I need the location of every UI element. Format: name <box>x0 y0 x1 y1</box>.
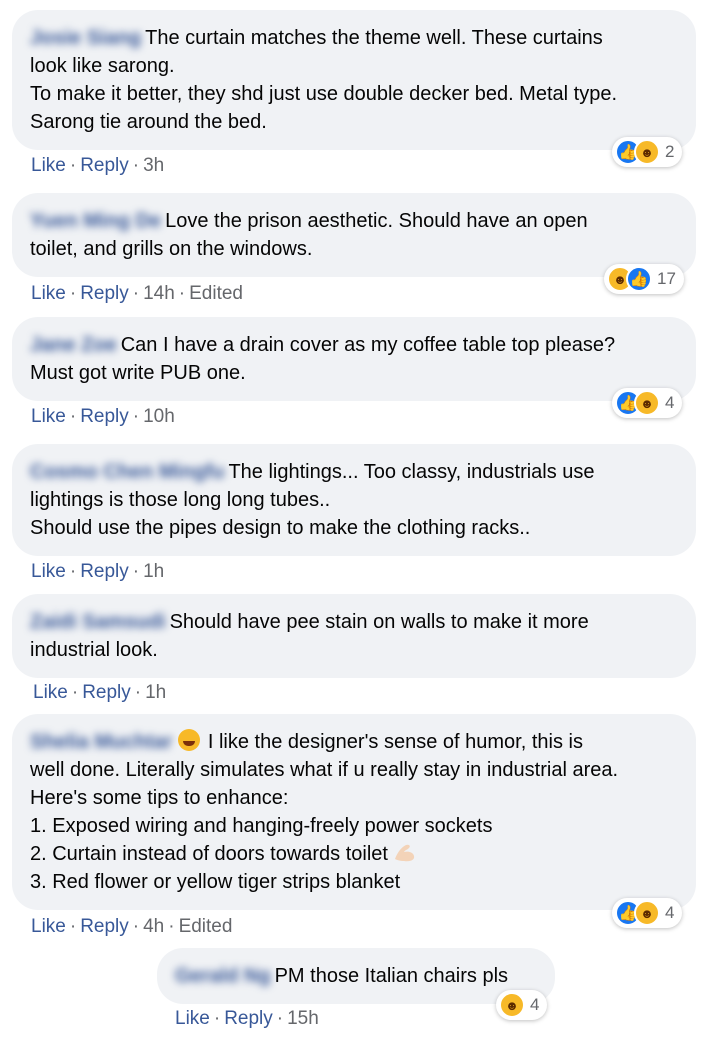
comment-author[interactable]: Josie Siang <box>30 24 141 52</box>
comment-text: Love the prison aesthetic. Should have a… <box>165 210 588 232</box>
comment-time[interactable]: 1h <box>145 682 166 703</box>
haha-icon: ☻ <box>499 992 525 1018</box>
comment-text: 3. Red flower or yellow tiger strips bla… <box>30 871 401 893</box>
comment-text: 1. Exposed wiring and hanging-freely pow… <box>30 815 493 837</box>
comment-actions: Like · Reply · 15h <box>175 1008 319 1029</box>
comment-bubble: Cosmo Chen Mingfu The lightings... Too cl… <box>12 444 696 556</box>
reply-link[interactable]: Reply <box>80 155 129 176</box>
comment-text: toilet, and grills on the windows. <box>30 238 313 260</box>
haha-icon: ☻ <box>634 139 660 165</box>
comment-author[interactable]: Zaidi Samsudi <box>30 608 166 636</box>
reply-link[interactable]: Reply <box>80 561 129 582</box>
comment-author[interactable]: Gerald Ng <box>175 962 271 990</box>
comment-text: I like the designer's sense of humor, th… <box>207 731 583 753</box>
haha-icon: ☻ <box>634 900 660 926</box>
comment-text: look like sarong. <box>30 55 175 77</box>
like-link[interactable]: Like <box>31 561 66 582</box>
reaction-count: 4 <box>665 903 675 922</box>
comment-bubble: Zaidi Samsudi Should have pee stain on wa… <box>12 594 696 678</box>
comment-actions: Like · Reply · 4h · Edited <box>31 916 233 937</box>
flexed-biceps-icon <box>394 844 415 862</box>
comment-author[interactable]: Yuen Ming De <box>30 207 161 235</box>
reply-link[interactable]: Reply <box>82 682 131 703</box>
reaction-count: 4 <box>665 393 675 412</box>
comment-time[interactable]: 10h <box>143 406 175 427</box>
comment-actions: Like · Reply · 1h <box>33 682 167 703</box>
comment-text: lightings is those long long tubes.. <box>30 489 331 511</box>
reply-link[interactable]: Reply <box>224 1008 273 1029</box>
comment-actions: Like · Reply · 1h <box>31 561 165 582</box>
reply-link[interactable]: Reply <box>80 916 129 937</box>
comment-bubble: Josie Siang The curtain matches the theme… <box>12 10 696 150</box>
comment-text: The curtain matches the theme well. Thes… <box>145 27 603 49</box>
comment-text: Sarong tie around the bed. <box>30 111 267 133</box>
comment-time[interactable]: 4h <box>143 916 164 937</box>
reply-link[interactable]: Reply <box>80 406 129 427</box>
comment-actions: Like · Reply · 10h <box>31 406 175 427</box>
comment-text: 2. Curtain instead of doors towards toil… <box>30 843 388 865</box>
comment-actions: Like · Reply · 14h · Edited <box>31 283 243 304</box>
comment-author[interactable]: Cosmo Chen Mingfu <box>30 458 224 486</box>
laughing-emoji-icon <box>178 729 201 751</box>
like-link[interactable]: Like <box>175 1008 210 1029</box>
reaction-summary[interactable]: ☻ 👍 17 <box>604 264 684 294</box>
comment-time[interactable]: 14h <box>143 283 175 304</box>
comment-text: industrial look. <box>30 639 158 661</box>
comment-text: Here's some tips to enhance: <box>30 787 289 809</box>
reaction-summary[interactable]: ☻ 4 <box>496 990 548 1020</box>
comment-actions: Like · Reply · 3h <box>31 155 165 176</box>
like-icon: 👍 <box>626 266 652 292</box>
comment-author[interactable]: Shelia Muchtar <box>30 728 172 756</box>
comment-time[interactable]: 15h <box>287 1008 319 1029</box>
reaction-summary[interactable]: 👍 ☻ 4 <box>612 388 683 418</box>
reaction-summary[interactable]: 👍 ☻ 4 <box>612 898 683 928</box>
comment-text: Should have pee stain on walls to make i… <box>169 611 589 633</box>
reply-link[interactable]: Reply <box>80 283 129 304</box>
reaction-count: 17 <box>657 269 676 288</box>
like-link[interactable]: Like <box>31 155 66 176</box>
comment-time[interactable]: 3h <box>143 155 164 176</box>
reaction-count: 4 <box>530 995 540 1014</box>
edited-label[interactable]: Edited <box>189 283 243 304</box>
comment-text: Can I have a drain cover as my coffee ta… <box>120 334 616 356</box>
like-link[interactable]: Like <box>33 682 68 703</box>
comment-time[interactable]: 1h <box>143 561 164 582</box>
comment-author[interactable]: Jane Zoe <box>30 331 117 359</box>
comment-bubble: Jane Zoe Can I have a drain cover as my c… <box>12 317 696 401</box>
edited-label[interactable]: Edited <box>179 916 233 937</box>
comment-text: PM those Italian chairs pls <box>274 965 509 987</box>
comment-text: Should use the pipes design to make the … <box>30 517 531 539</box>
like-link[interactable]: Like <box>31 406 66 427</box>
reaction-summary[interactable]: 👍 ☻ 2 <box>612 137 683 167</box>
comment-text: well done. Literally simulates what if u… <box>30 759 619 781</box>
comment-text: To make it better, they shd just use dou… <box>30 83 618 105</box>
like-link[interactable]: Like <box>31 916 66 937</box>
like-link[interactable]: Like <box>31 283 66 304</box>
comment-text: The lightings... Too classy, industrials… <box>228 461 595 483</box>
reaction-count: 2 <box>665 142 675 161</box>
reply-bubble: Gerald Ng PM those Italian chairs pls <box>157 948 555 1004</box>
comment-bubble: Shelia Muchtar I like the designer's sen… <box>12 714 696 910</box>
comment-bubble: Yuen Ming De Love the prison aesthetic. S… <box>12 193 696 277</box>
haha-icon: ☻ <box>634 390 660 416</box>
comment-text: Must got write PUB one. <box>30 362 246 384</box>
